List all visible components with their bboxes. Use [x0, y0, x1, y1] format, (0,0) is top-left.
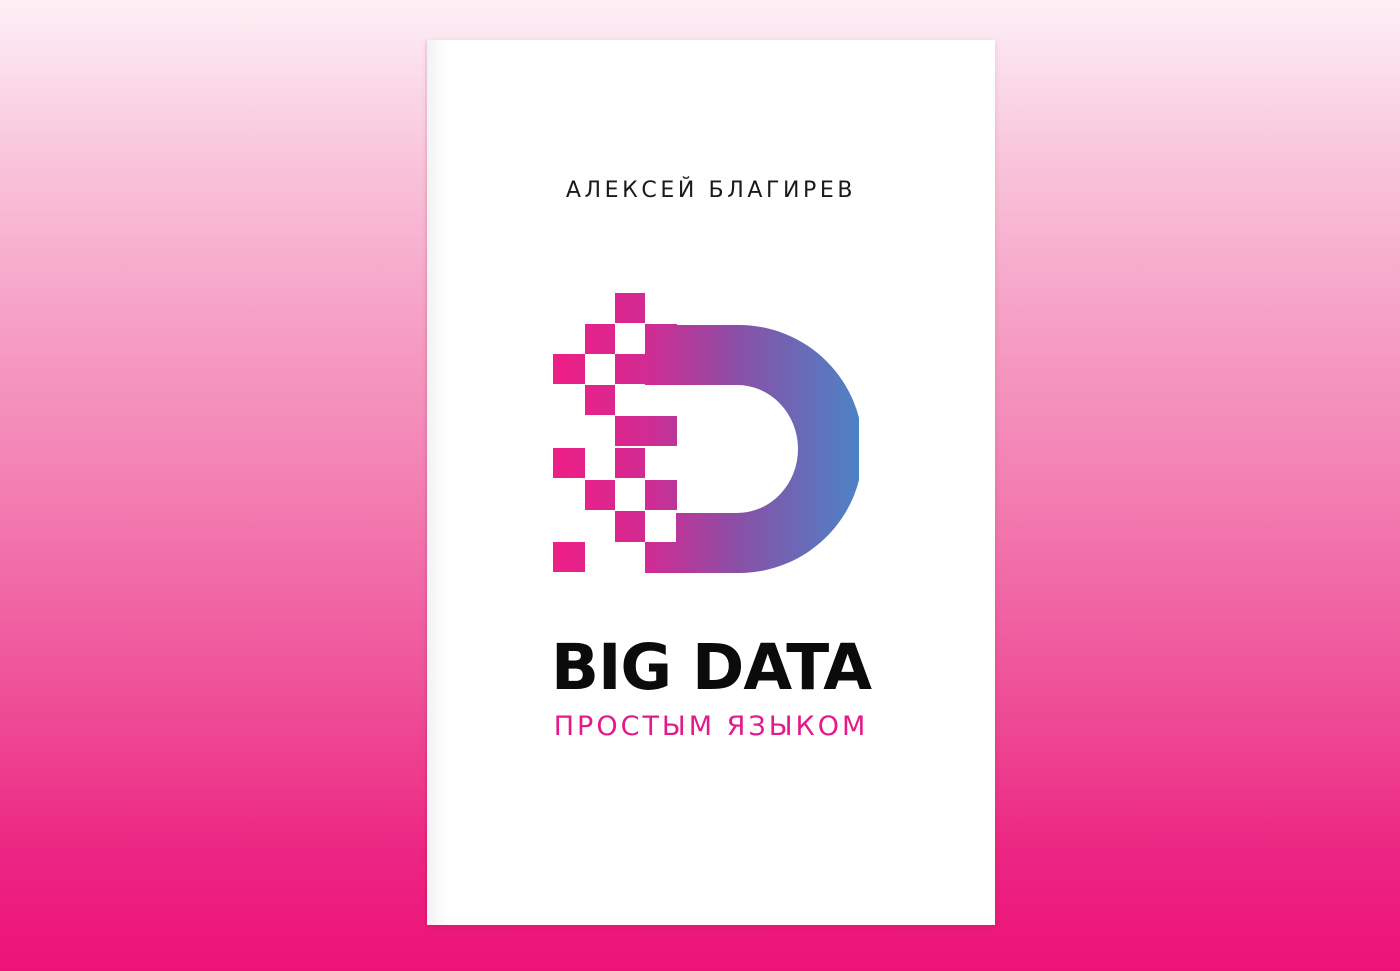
author-name: АЛЕКСЕЙ БЛАГИРЕВ — [565, 178, 857, 203]
book-title: BIG DATA — [550, 631, 872, 704]
book-subtitle: ПРОСТЫМ ЯЗЫКОМ — [553, 711, 869, 742]
spine-shading — [427, 40, 449, 925]
book-cover: АЛЕКСЕЙ БЛАГИРЕВ BIG DATA ПРОСТЫМ ЯЗЫКОМ — [427, 40, 995, 925]
pixelated-d-logo-icon — [553, 293, 859, 573]
